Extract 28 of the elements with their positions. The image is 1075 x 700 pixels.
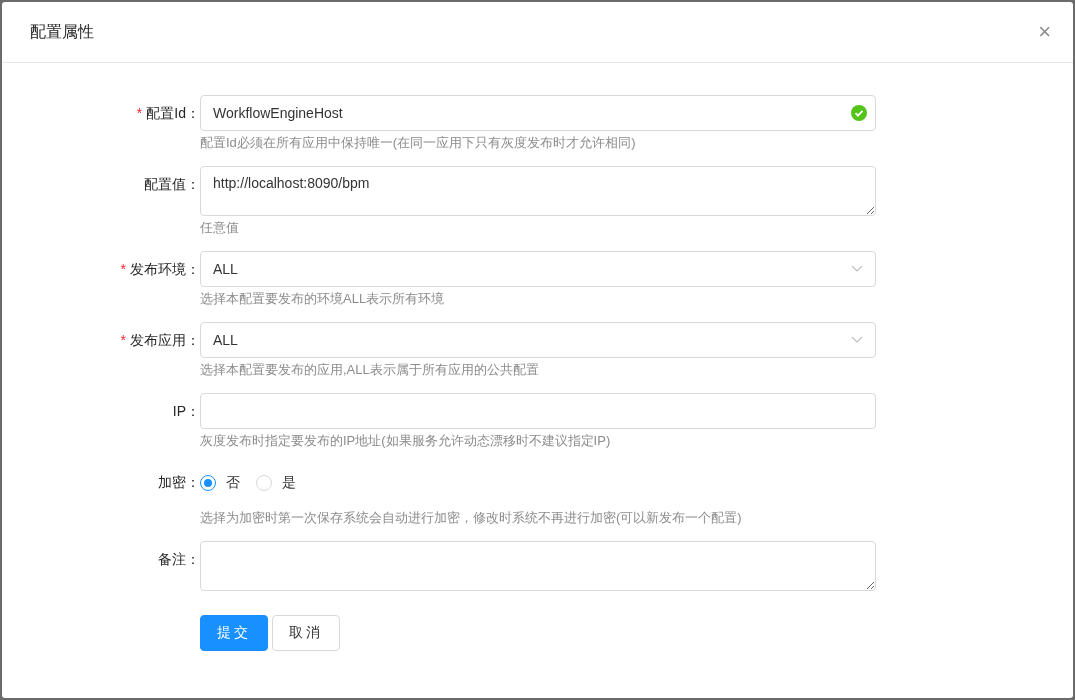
field-label: IP： [172,403,200,419]
field-label: 配置Id： [146,105,200,121]
help-text: 配置Id必须在所有应用中保持唯一(在同一应用下只有灰度发布时才允许相同) [200,134,637,152]
input-field[interactable] [200,393,876,429]
field-label: 加密： [158,474,200,490]
help-text: 选择本配置要发布的应用,ALL表示属于所有应用的公共配置 [200,361,540,379]
select-field[interactable]: ALL [200,322,876,358]
field-label: 备注： [158,551,200,567]
select-field[interactable]: ALL [200,251,876,287]
dialog-title: 配置属性 [30,21,94,42]
help-text: 任意值 [200,219,240,237]
radio-option[interactable]: 是 [256,474,296,492]
radio-option[interactable]: 否 [200,474,240,492]
help-text: 选择为加密时第一次保存系统会自动进行加密，修改时系统不再进行加密(可以新发布一个配置) [200,509,743,527]
chevron-down-icon [851,336,863,344]
required-mark: * [120,332,126,348]
input-field[interactable]: WorkflowEngineHost [200,95,876,131]
help-text: 灰度发布时指定要发布的IP地址(如果服务允许动态漂移时不建议指定IP) [200,432,612,450]
field-label: 发布应用： [130,332,200,348]
chevron-down-icon [851,265,863,273]
required-mark: * [136,105,143,121]
cancel-button[interactable]: 取消 [272,615,340,651]
text-area[interactable]: http://localhost:8090/bpm [200,166,876,216]
text-area[interactable] [200,541,876,591]
help-text: 选择本配置要发布的环境ALL表示所有环境 [200,290,446,308]
field-label: 发布环境： [130,261,200,277]
required-mark: * [120,261,126,277]
field-label: 配置值： [144,176,200,192]
